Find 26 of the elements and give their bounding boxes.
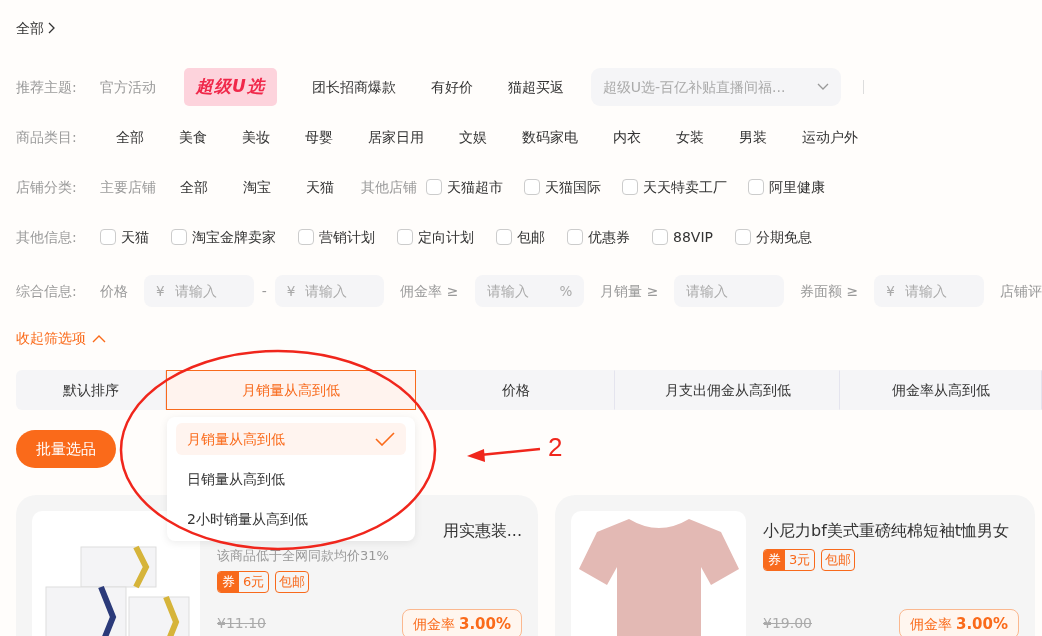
field-label: 价格 [100, 281, 128, 301]
product-note: 该商品低于全网同款均价31% [217, 547, 390, 565]
coupon-tag: 券 3元 [763, 549, 816, 571]
range-dash: - [261, 281, 267, 301]
field-label: 券面额 ≥ [800, 281, 859, 301]
original-price: ¥11.10 [217, 614, 266, 634]
shipping-tag: 包邮 [821, 549, 856, 571]
coupon-tag: 券 6元 [217, 571, 270, 593]
filter-sublabel: 主要店铺 [100, 177, 156, 197]
filter-label: 商品类目: [16, 127, 78, 147]
field-label: 店铺评 [1000, 281, 1042, 301]
commission-label: 佣金率 [909, 614, 952, 634]
filter-label: 店铺分类: [16, 177, 78, 197]
field-label: 佣金率 ≥ [400, 281, 459, 301]
filter-label: 综合信息: [16, 281, 78, 301]
filter-label: 推荐主题: [16, 77, 78, 97]
commission-label: 佣金率 [412, 614, 455, 634]
annotation-label: 2 [548, 432, 563, 462]
filter-sublabel: 其他店铺 [361, 177, 417, 197]
filter-label: 其他信息: [16, 227, 78, 247]
filter-sublabel: 官方活动 [100, 77, 157, 97]
commission-value: 3.00% [955, 613, 1008, 635]
shipping-tag: 包邮 [275, 571, 310, 593]
commission-value: 3.00% [458, 613, 511, 635]
field-label: 月销量 ≥ [600, 281, 659, 301]
original-price: ¥19.00 [763, 614, 812, 634]
